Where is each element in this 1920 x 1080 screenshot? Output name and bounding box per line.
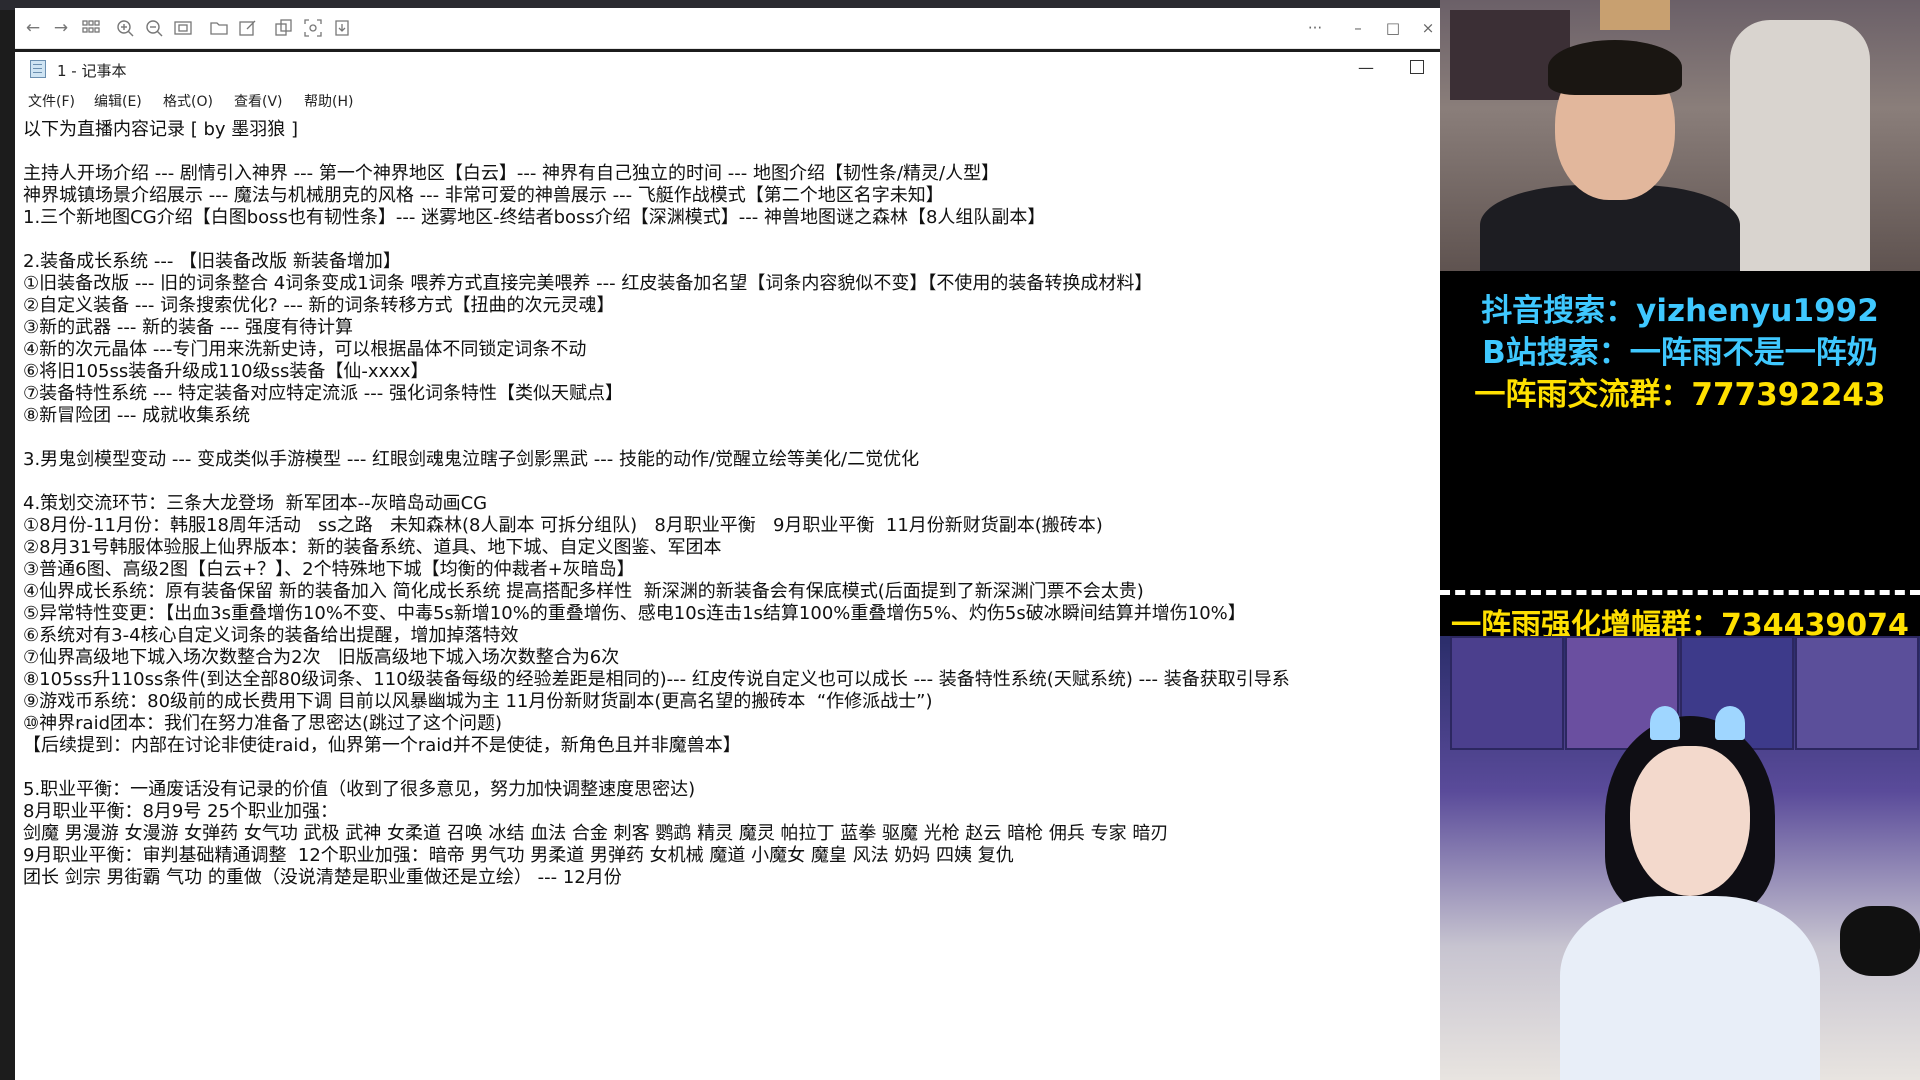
notepad-text-line: 1.三个新地图CG介绍【白图boss也有韧性条】--- 迷雾地区-终结者boss… bbox=[23, 207, 1046, 228]
cohost-face bbox=[1630, 746, 1750, 896]
notepad-text-line: 以下为直播内容记录 [ by 墨羽狼 ] bbox=[23, 119, 299, 140]
microphone bbox=[1840, 906, 1920, 976]
menu-view[interactable]: 查看(V) bbox=[234, 91, 283, 111]
enhance-group-text: 一阵雨强化增幅群：734439074 bbox=[1451, 608, 1909, 636]
webcam-poster bbox=[1600, 0, 1670, 30]
notepad-text-line: 团长 剑宗 男街霸 气功 的重做（没说清楚是职业重做还是立绘） --- 12月份 bbox=[23, 867, 622, 888]
notepad-maximize-button[interactable] bbox=[1410, 60, 1424, 74]
cat-ear-left bbox=[1650, 706, 1680, 740]
back-arrow-icon[interactable]: ← bbox=[21, 16, 45, 40]
viewer-maximize-button[interactable]: □ bbox=[1381, 16, 1405, 40]
streamer-hair bbox=[1548, 40, 1682, 95]
edit-icon[interactable] bbox=[236, 16, 260, 40]
douyin-search-text: 抖音搜索：yizhenyu1992 bbox=[1481, 293, 1879, 329]
notepad-minimize-button[interactable]: — bbox=[1354, 56, 1378, 80]
viewer-close-button[interactable]: × bbox=[1416, 16, 1440, 40]
menu-format[interactable]: 格式(O) bbox=[163, 91, 213, 111]
notepad-text-area[interactable]: 以下为直播内容记录 [ by 墨羽狼 ] 主持人开场介绍 --- 剧情引入神界 -… bbox=[15, 114, 1440, 1080]
folder-icon[interactable] bbox=[207, 16, 231, 40]
notepad-app-icon bbox=[30, 60, 46, 78]
notepad-title: 1 - 记事本 bbox=[57, 62, 127, 80]
menu-help[interactable]: 帮助(H) bbox=[304, 91, 353, 111]
cohost-dress bbox=[1560, 896, 1820, 1080]
notepad-title-bar: 1 - 记事本 — bbox=[15, 52, 1440, 88]
screenshot-icon[interactable] bbox=[301, 16, 325, 40]
webcam-wall-panel bbox=[1450, 636, 1564, 750]
cohost-webcam bbox=[1440, 636, 1920, 1080]
notepad-window: 1 - 记事本 — 文件(F) 编辑(E) 格式(O) 查看(V) 帮助(H) … bbox=[15, 52, 1440, 1080]
chat-group-text: 一阵雨交流群：777392243 bbox=[1474, 377, 1886, 413]
menu-file[interactable]: 文件(F) bbox=[28, 91, 75, 111]
zoom-out-icon[interactable] bbox=[142, 16, 166, 40]
zoom-in-icon[interactable] bbox=[113, 16, 137, 40]
webcam-wall-panel bbox=[1795, 636, 1919, 750]
more-options-button[interactable]: ··· bbox=[1303, 16, 1327, 40]
notepad-text-line: 3.男鬼剑模型变动 --- 变成类似手游模型 --- 红眼剑魂鬼泣瞎子剑影黑武 … bbox=[23, 449, 920, 470]
menu-edit[interactable]: 编辑(E) bbox=[94, 91, 142, 111]
image-viewer-toolbar: ← → ··· – □ × bbox=[15, 8, 1440, 49]
overlay-divider bbox=[1440, 590, 1920, 595]
forward-arrow-icon[interactable]: → bbox=[49, 16, 73, 40]
notepad-text-line: 【后续提到：内部在讨论非使徒raid，仙界第一个raid并不是使徒，新角色且并非… bbox=[23, 735, 741, 756]
fit-screen-icon[interactable] bbox=[171, 16, 195, 40]
copy-icon[interactable] bbox=[272, 16, 296, 40]
stream-overlay-panel: 抖音搜索：yizhenyu1992 B站搜索：一阵雨不是一阵奶 一阵雨交流群：7… bbox=[1440, 0, 1920, 1080]
viewer-minimize-button[interactable]: – bbox=[1346, 16, 1370, 40]
webcam-chair bbox=[1730, 20, 1870, 271]
download-icon[interactable] bbox=[330, 16, 354, 40]
streamer-webcam bbox=[1440, 0, 1920, 271]
notepad-text-line: ⑧新冒险团 --- 成就收集系统 bbox=[23, 405, 251, 426]
notepad-menu-bar: 文件(F) 编辑(E) 格式(O) 查看(V) 帮助(H) bbox=[15, 90, 1440, 112]
bilibili-search-text: B站搜索：一阵雨不是一阵奶 bbox=[1482, 335, 1878, 371]
grid-icon[interactable] bbox=[79, 16, 103, 40]
cat-ear-right bbox=[1715, 706, 1745, 740]
